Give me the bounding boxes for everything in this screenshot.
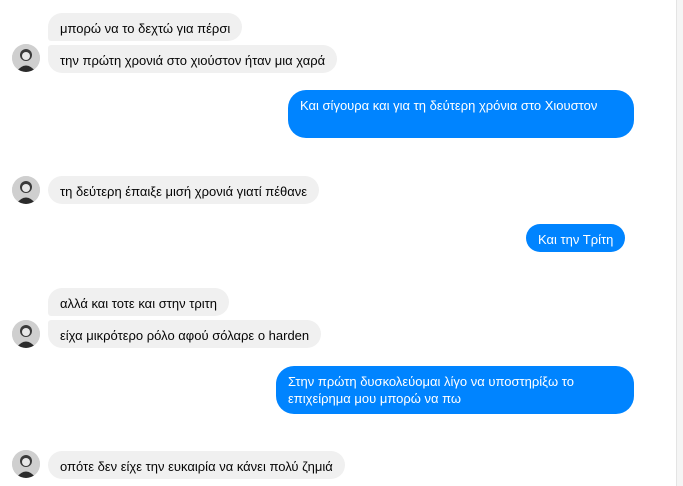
contact-avatar-icon[interactable] xyxy=(12,44,40,72)
message-bubble-outgoing: Και την Τρίτη xyxy=(526,224,626,252)
message-bubble-outgoing: Και σίγουρα και για τη δεύτερη χρόνια στ… xyxy=(288,90,634,138)
message-bubble-incoming: οπότε δεν είχε την ευκαιρία να κάνει πολ… xyxy=(48,451,345,479)
contact-avatar-icon[interactable] xyxy=(12,450,40,478)
message-bubble-incoming: μπορώ να το δεχτώ για πέρσι xyxy=(48,13,243,41)
message-bubble-incoming: είχα μικρότερο ρόλο αφού σόλαρε ο harden xyxy=(48,320,322,348)
message-bubble-incoming: τη δεύτερη έπαιξε μισή χρονιά γιατί πέθα… xyxy=(48,176,320,204)
message-bubble-incoming: αλλά και τοτε και στην τριτη xyxy=(48,288,229,316)
message-bubble-outgoing: Στην πρώτη δυσκολεύομαι λίγο να υποστηρί… xyxy=(276,366,634,414)
scrollbar[interactable] xyxy=(676,0,683,486)
contact-avatar-icon[interactable] xyxy=(12,176,40,204)
message-bubble-incoming: την πρώτη χρονιά στο χιούστον ήταν μια χ… xyxy=(48,45,338,73)
contact-avatar-icon[interactable] xyxy=(12,320,40,348)
